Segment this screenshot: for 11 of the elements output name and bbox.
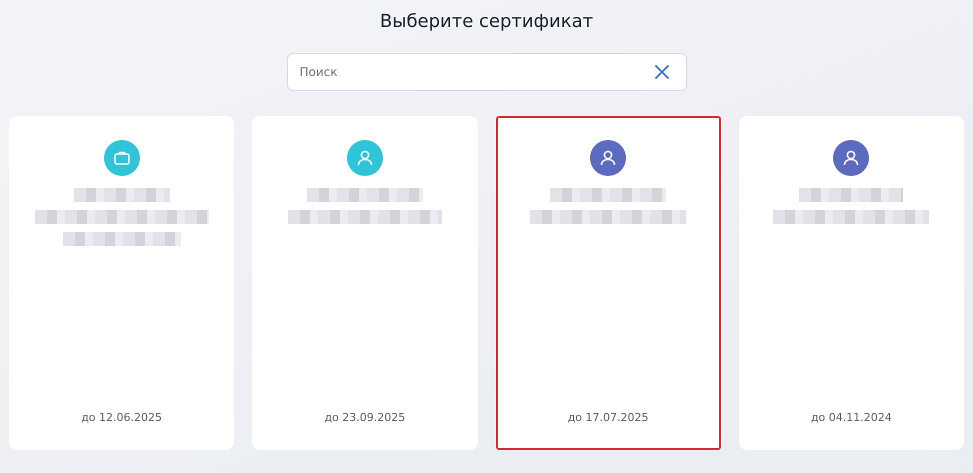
page-title: Выберите сертификат [380,11,594,34]
close-icon[interactable] [654,65,668,79]
validity-date: до 04.11.2024 [810,411,892,424]
validity-date: до 17.07.2025 [568,411,649,424]
certificate-card[interactable]: до 04.11.2024 [738,116,964,450]
validity-date: до 23.09.2025 [324,411,406,424]
certificate-card[interactable]: до 23.09.2025 [252,116,478,450]
search-field[interactable]: Поиск [286,53,686,91]
certificate-card[interactable]: до 17.07.2025 [496,116,721,450]
certificate-card[interactable]: до 12.06.2025 [9,116,234,450]
validity-date: до 12.06.2025 [81,411,162,424]
